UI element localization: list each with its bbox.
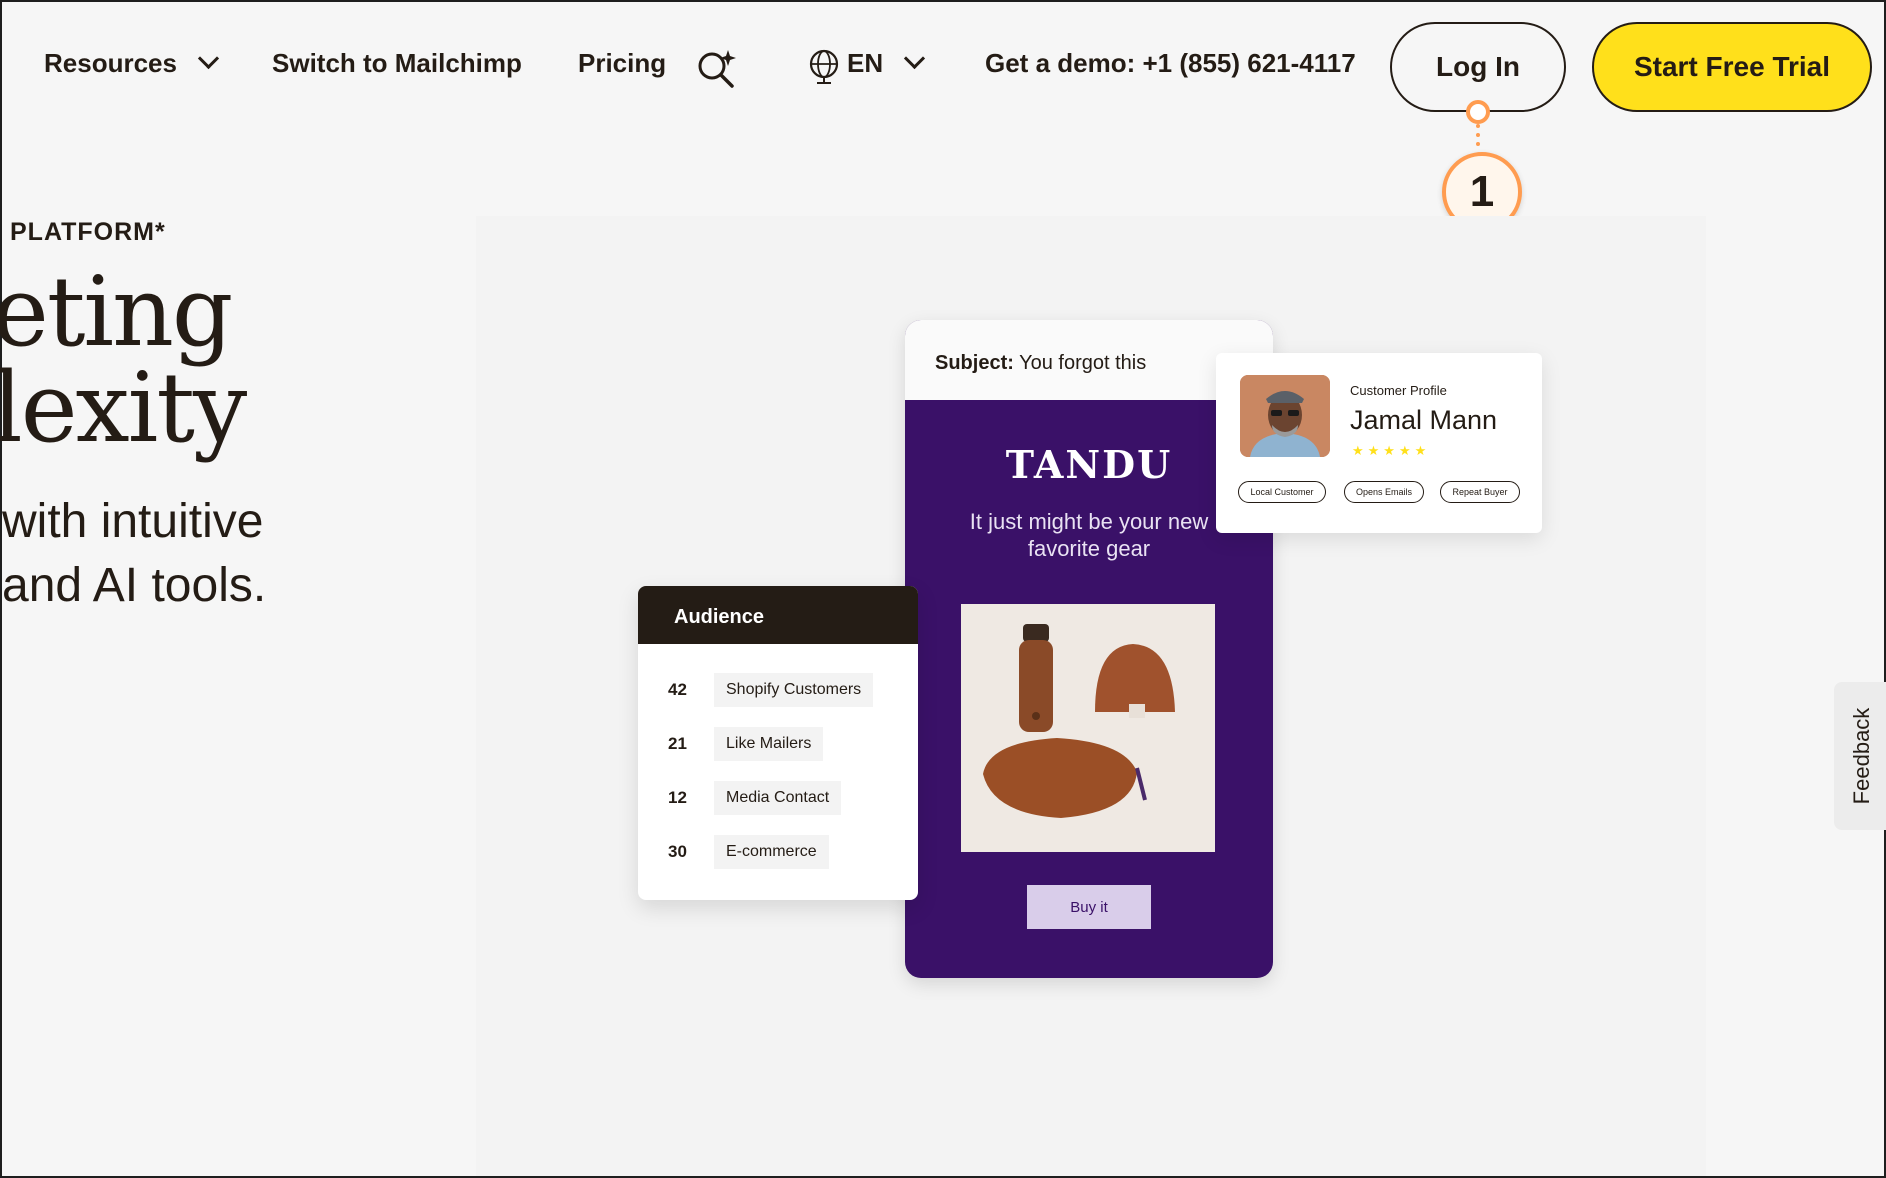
avatar [1240,375,1330,457]
nav-resources-label: Resources [44,48,177,78]
email-tagline: It just might be your new favorite gear [969,509,1209,561]
demo-phone-link[interactable]: Get a demo: +1 (855) 621-4117 [985,48,1356,79]
audience-count: 12 [668,788,687,807]
feedback-label: Feedback [1849,707,1874,805]
list-item: 12 Media Contact [668,780,842,816]
rating-stars: ★★★★★ [1352,443,1431,458]
audience-card: Audience 42 Shopify Customers 21 Like Ma… [638,586,918,900]
product-image [961,604,1215,852]
language-label: EN [847,48,884,78]
hero-headline: eting lexity [0,256,247,464]
audience-segment: Like Mailers [714,727,824,761]
hero-headline-line1: eting [0,256,233,368]
audience-count: 21 [668,734,687,753]
hero-headline-line2: lexity [0,352,247,464]
buy-it-button: Buy it [1027,885,1151,929]
globe-icon[interactable] [808,48,840,86]
ai-search-icon[interactable] [694,46,740,92]
list-item: 30 E-commerce [668,834,829,870]
hero-subheading: with intuitive and AI tools. [2,490,266,618]
hero-sub-line1: with intuitive [2,495,264,548]
audience-segment: E-commerce [714,835,829,869]
audience-segment: Media Contact [714,781,842,815]
chevron-down-icon [904,47,926,70]
profile-label: Customer Profile [1350,383,1447,398]
audience-title: Audience [638,586,918,644]
audience-count: 30 [668,842,687,861]
customer-profile-card: Customer Profile Jamal Mann ★★★★★ Local … [1216,353,1542,533]
profile-tag: Repeat Buyer [1440,481,1520,503]
language-selector[interactable]: EN [847,47,926,79]
nav-switch-to-mailchimp[interactable]: Switch to Mailchimp [272,48,522,79]
nav-pricing[interactable]: Pricing [578,48,666,79]
annotation-pointer [1466,100,1490,124]
profile-tag: Local Customer [1238,481,1326,503]
feedback-tab[interactable]: Feedback [1834,682,1886,830]
hero-sub-line2: and AI tools. [2,559,267,612]
annotation-connector [1476,124,1480,146]
list-item: 21 Like Mailers [668,726,824,762]
nav-resources[interactable]: Resources [44,47,220,79]
audience-segment: Shopify Customers [714,673,874,707]
chevron-down-icon [197,47,220,70]
profile-name: Jamal Mann [1350,405,1498,435]
audience-count: 42 [668,680,687,699]
profile-tag: Opens Emails [1344,481,1424,503]
login-button[interactable]: Log In [1390,22,1566,112]
list-item: 42 Shopify Customers [668,672,874,708]
start-free-trial-button[interactable]: Start Free Trial [1592,22,1872,112]
hero-eyebrow: PLATFORM* [10,218,166,246]
email-subject-label: Subject: [935,352,1014,374]
email-subject-text: You forgot this [1019,352,1147,374]
